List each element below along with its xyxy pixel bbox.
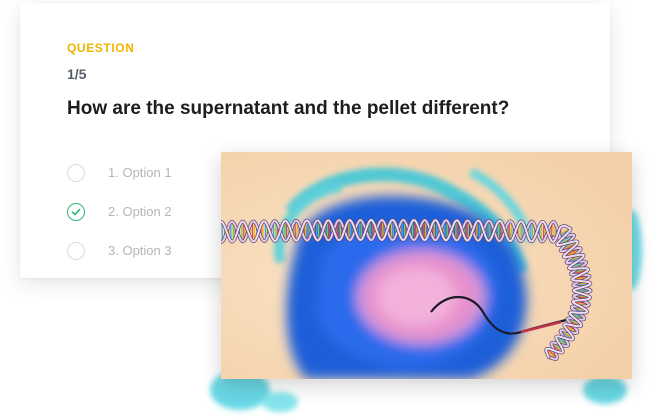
answer-option-label: 3. Option 3 <box>108 243 172 258</box>
answer-option-2[interactable]: 2. Option 2 <box>67 192 247 231</box>
page: QUESTION 1/5 How are the supernatant and… <box>0 0 653 417</box>
radio-unchecked-icon[interactable] <box>67 163 85 182</box>
question-kicker: QUESTION <box>67 41 135 55</box>
answer-options: 1. Option 1 2. Option 2 3. Option 3 <box>67 153 247 270</box>
radio-checked-icon[interactable] <box>67 202 85 221</box>
dna-helix-image <box>221 152 632 379</box>
checkmark-icon <box>71 208 81 215</box>
dna-illustration <box>221 152 632 379</box>
answer-option-label: 2. Option 2 <box>108 204 172 219</box>
question-counter: 1/5 <box>67 66 87 82</box>
answer-option-1[interactable]: 1. Option 1 <box>67 153 247 192</box>
answer-option-3[interactable]: 3. Option 3 <box>67 231 247 270</box>
answer-option-label: 1. Option 1 <box>108 165 172 180</box>
question-title: How are the supernatant and the pellet d… <box>67 98 510 119</box>
radio-unchecked-icon[interactable] <box>67 241 85 260</box>
